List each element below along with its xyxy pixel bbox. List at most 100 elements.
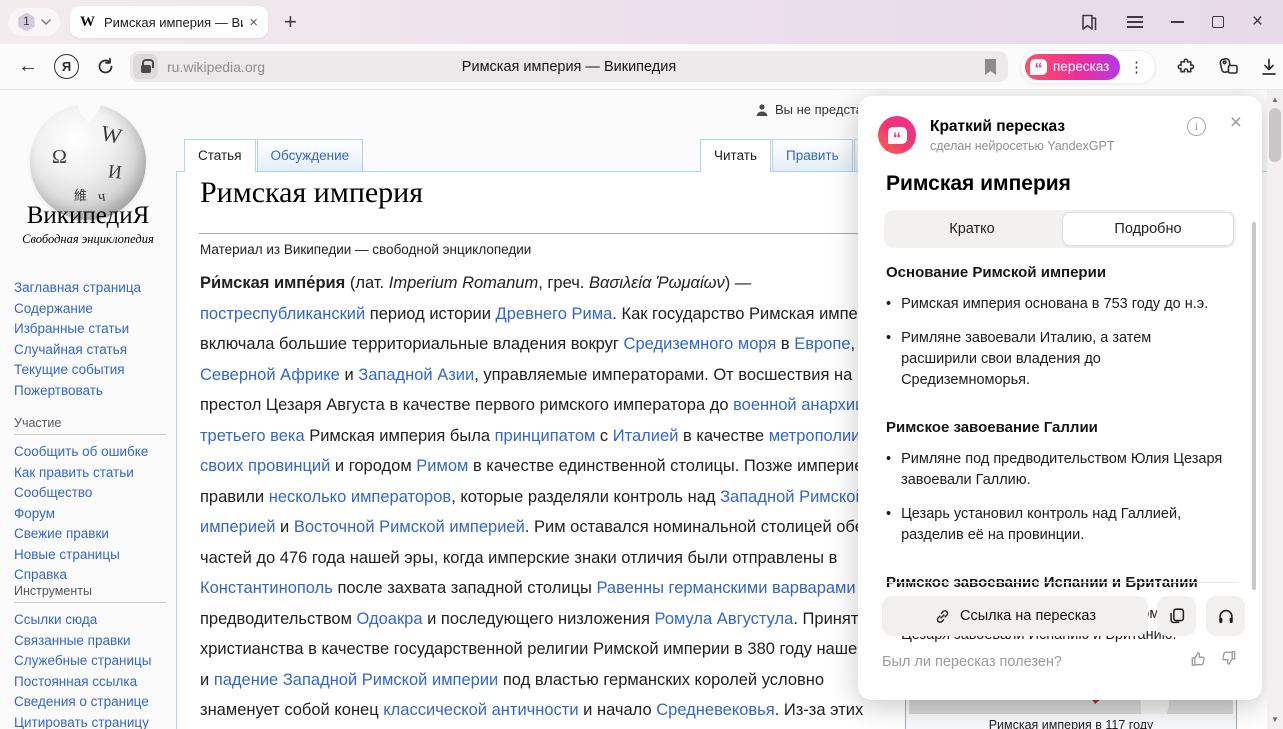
info-icon[interactable]: i [1187, 117, 1206, 136]
sidebar-link[interactable]: Сообщество [14, 485, 92, 500]
panel-scrollbar[interactable] [1252, 222, 1256, 590]
wiki-tab[interactable]: Обсуждение [257, 139, 364, 171]
scroll-up-icon[interactable]: ▲ [1267, 95, 1283, 104]
thumbs-up-icon[interactable] [1188, 648, 1209, 669]
sidebar-link[interactable]: Постоянная ссылка [14, 674, 137, 689]
wiki-link[interactable]: Древнего Рима [496, 305, 613, 323]
sidebar-item: Заглавная страница [14, 278, 141, 299]
sidebar-link[interactable]: Сведения о странице [14, 694, 149, 709]
wiki-link[interactable]: Средневековья [656, 701, 774, 719]
new-tab-button[interactable]: + [284, 12, 297, 32]
back-icon[interactable]: ← [18, 55, 38, 78]
panel-title: Краткий пересказ [930, 118, 1065, 136]
sidebar-link[interactable]: Как править статьи [14, 465, 134, 480]
sidebar-link[interactable]: Заглавная страница [14, 280, 141, 295]
sidebar-item: Сообщить об ошибке [14, 442, 148, 463]
sidebar-item: Свежие правки [14, 524, 148, 545]
address-bar[interactable]: ru.wikipedia.org Римская империя — Викип… [130, 51, 1008, 82]
wiki-tab[interactable]: Читать [700, 139, 771, 172]
menu-icon[interactable] [1127, 16, 1143, 28]
bookmark-icon[interactable] [983, 58, 998, 76]
browser-toolbar: ← Я ru.wikipedia.org Римская империя — В… [0, 44, 1283, 90]
retell-label: пересказ [1053, 59, 1109, 74]
sidebar-link[interactable]: Случайная статья [14, 342, 127, 357]
listen-button[interactable] [1206, 596, 1245, 636]
wikipedia-favicon: W [80, 14, 95, 31]
wiki-tab[interactable]: Статья [184, 139, 256, 172]
wiki-link[interactable]: Северной Африке [200, 366, 340, 384]
maximize-icon[interactable] [1212, 16, 1224, 28]
wiki-link[interactable]: Ромула Августула [655, 610, 794, 628]
text-run: и последующего низложения [423, 610, 655, 628]
scrollbar-thumb[interactable] [1269, 108, 1281, 162]
tab-group-indicator[interactable]: 1 [8, 8, 60, 36]
wiki-tab[interactable]: Править [772, 139, 853, 171]
wiki-link[interactable]: несколько императоров [269, 488, 451, 506]
sidebar-link[interactable]: Избранные статьи [14, 321, 129, 336]
wiki-link[interactable]: Римом [416, 457, 468, 475]
sidebar-link[interactable]: Служебные страницы [14, 653, 151, 668]
copy-button[interactable] [1157, 596, 1196, 636]
bookmarks-panel-icon[interactable] [1077, 12, 1099, 32]
sidebar-item: Избранные статьи [14, 319, 141, 340]
sidebar-item: Новые страницы [14, 545, 148, 566]
sidebar-nav: Заглавная страница Содержание Избранные ст… [14, 278, 141, 401]
retell-button[interactable]: “ пересказ [1025, 54, 1120, 80]
browser-tab[interactable]: W Римская империя — Ви × [70, 6, 268, 38]
wiki-link[interactable]: Восточной Римской империей [294, 518, 525, 536]
wiki-link[interactable]: Италией [613, 427, 679, 445]
sidebar-link[interactable]: Новые страницы [14, 547, 120, 562]
quote-icon: “ [888, 127, 907, 144]
sidebar-link[interactable]: Пожертвовать [14, 383, 103, 398]
minimize-icon[interactable] [1171, 21, 1184, 23]
refresh-icon[interactable] [95, 56, 116, 77]
text-run: Римская империя была [305, 427, 495, 445]
tab-close-icon[interactable]: × [249, 14, 258, 31]
wiki-link[interactable]: принципатом [495, 427, 596, 445]
panel-tab[interactable]: Кратко [886, 212, 1058, 246]
sidebar-link[interactable]: Свежие правки [14, 526, 109, 541]
sidebar-link[interactable]: Цитировать страницу [14, 715, 149, 729]
sidebar-item: Случайная статья [14, 340, 141, 361]
sidebar-link[interactable]: Связанные правки [14, 633, 131, 648]
wiki-link[interactable]: германскими варварами [669, 579, 856, 597]
text-run: в качестве [678, 427, 768, 445]
article-body: Ри́мская импе́рия (лат. Imperium Romanum… [200, 268, 906, 729]
link-icon [934, 608, 951, 625]
sidebar-link[interactable]: Текущие события [14, 362, 125, 377]
close-window-icon[interactable]: × [1252, 15, 1263, 29]
wiki-link[interactable]: Равенны [596, 579, 663, 597]
panel-close-icon[interactable]: × [1230, 111, 1242, 135]
sidebar-link[interactable]: Содержание [14, 301, 93, 316]
wiki-link[interactable]: Константинополь [200, 579, 333, 597]
scroll-down-icon[interactable]: ▼ [1267, 715, 1283, 724]
page-scrollbar[interactable]: ▲ ▼ [1267, 90, 1283, 729]
yandex-icon[interactable]: Я [54, 54, 79, 79]
download-icon[interactable] [1258, 56, 1280, 78]
thumbs-down-icon[interactable] [1218, 648, 1239, 669]
extensions-icon[interactable] [1176, 56, 1198, 78]
quote-icon: “ [1030, 59, 1047, 75]
sidebar-link[interactable]: Форум [14, 506, 55, 521]
wiki-wordmark[interactable]: ВикипедиЯ [0, 202, 176, 230]
wiki-sidebar: WΩИ維ч ВикипедиЯ Свободная энциклопедия З… [0, 90, 176, 729]
sidebar-item: Постоянная ссылка [14, 672, 151, 693]
wiki-link[interactable]: Западной Азии [358, 366, 474, 384]
summary-bullet: •Цезарь установил контроль над Галлией, … [886, 504, 1230, 546]
wiki-link[interactable]: Одоакра [357, 610, 423, 628]
wiki-link[interactable]: падение Западной Римской империи [214, 671, 498, 689]
sidebar-link[interactable]: Ссылки сюда [14, 612, 97, 627]
text-run: , которые разделяли контроль над [451, 488, 720, 506]
more-options-icon[interactable]: ⋮ [1129, 58, 1144, 76]
sidebar-link[interactable]: Сообщить об ошибке [14, 444, 148, 459]
wiki-link[interactable]: Средиземного моря [624, 335, 777, 353]
tab-strip: 1 W Римская империя — Ви × + × [0, 0, 1283, 44]
panel-tab[interactable]: Подробно [1062, 212, 1234, 246]
summary-link-button[interactable]: Ссылка на пересказ [882, 596, 1148, 636]
wiki-link[interactable]: Европе [794, 335, 850, 353]
wiki-link[interactable]: постреспубликанский [200, 305, 365, 323]
sidebar-link[interactable]: Справка [14, 567, 67, 582]
sidebar-item: Как править статьи [14, 463, 148, 484]
wiki-link[interactable]: классической античности [383, 701, 578, 719]
collections-icon[interactable] [1216, 56, 1240, 78]
